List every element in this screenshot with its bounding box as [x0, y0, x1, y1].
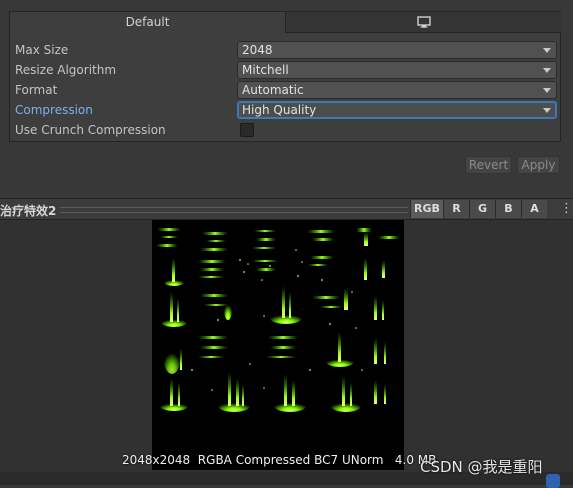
preview-header: 治疗特效2 RGB R G B A ⋮	[0, 198, 573, 220]
max-size-label: Max Size	[15, 43, 69, 57]
crunch-row: Use Crunch Compression	[15, 121, 557, 140]
platform-settings-box: Default Max Size 2048 Resize Algorithm M…	[9, 11, 561, 142]
resize-algorithm-row: Resize Algorithm Mitchell	[15, 61, 557, 80]
format-row: Format Automatic	[15, 81, 557, 100]
preview-area: 2048x2048 RGBA Compressed BC7 UNorm 4.0 …	[0, 220, 573, 488]
compression-value: High Quality	[242, 103, 317, 117]
crunch-checkbox[interactable]	[240, 123, 254, 137]
crunch-label: Use Crunch Compression	[15, 123, 166, 137]
chevron-down-icon	[543, 108, 551, 113]
channel-b-button[interactable]: B	[495, 200, 521, 218]
revert-button[interactable]: Revert	[465, 156, 512, 174]
max-size-row: Max Size 2048	[15, 41, 557, 60]
channel-g-button[interactable]: G	[469, 200, 495, 218]
chevron-down-icon	[543, 88, 551, 93]
resize-grip[interactable]	[60, 207, 408, 213]
resize-algorithm-value: Mitchell	[242, 63, 289, 77]
chevron-down-icon	[543, 68, 551, 73]
tab-default[interactable]: Default	[10, 12, 286, 33]
monitor-icon	[416, 16, 431, 28]
channel-a-button[interactable]: A	[521, 200, 547, 218]
format-label: Format	[15, 83, 58, 97]
resize-algorithm-label: Resize Algorithm	[15, 63, 117, 77]
max-size-dropdown[interactable]: 2048	[237, 41, 557, 59]
apply-button[interactable]: Apply	[517, 156, 560, 174]
max-size-value: 2048	[242, 43, 273, 57]
import-settings-panel: Default Max Size 2048 Resize Algorithm M…	[0, 0, 573, 198]
format-value: Automatic	[242, 83, 304, 97]
preview-title: 治疗特效2	[0, 204, 57, 218]
resize-algorithm-dropdown[interactable]: Mitchell	[237, 61, 557, 79]
texture-info-label: 2048x2048 RGBA Compressed BC7 UNorm 4.0 …	[122, 453, 437, 467]
tab-standalone[interactable]	[286, 12, 561, 33]
corner-badge-icon	[546, 474, 560, 488]
texture-preview	[152, 220, 404, 470]
more-options-icon[interactable]: ⋮	[560, 200, 573, 218]
compression-dropdown[interactable]: High Quality	[237, 101, 557, 119]
format-dropdown[interactable]: Automatic	[237, 81, 557, 99]
channel-r-button[interactable]: R	[443, 200, 469, 218]
watermark-text: CSDN @我是重阳	[420, 458, 543, 476]
channel-rgb-button[interactable]: RGB	[410, 200, 443, 218]
compression-label: Compression	[15, 103, 93, 117]
chevron-down-icon	[543, 48, 551, 53]
compression-row: Compression High Quality	[15, 101, 557, 120]
